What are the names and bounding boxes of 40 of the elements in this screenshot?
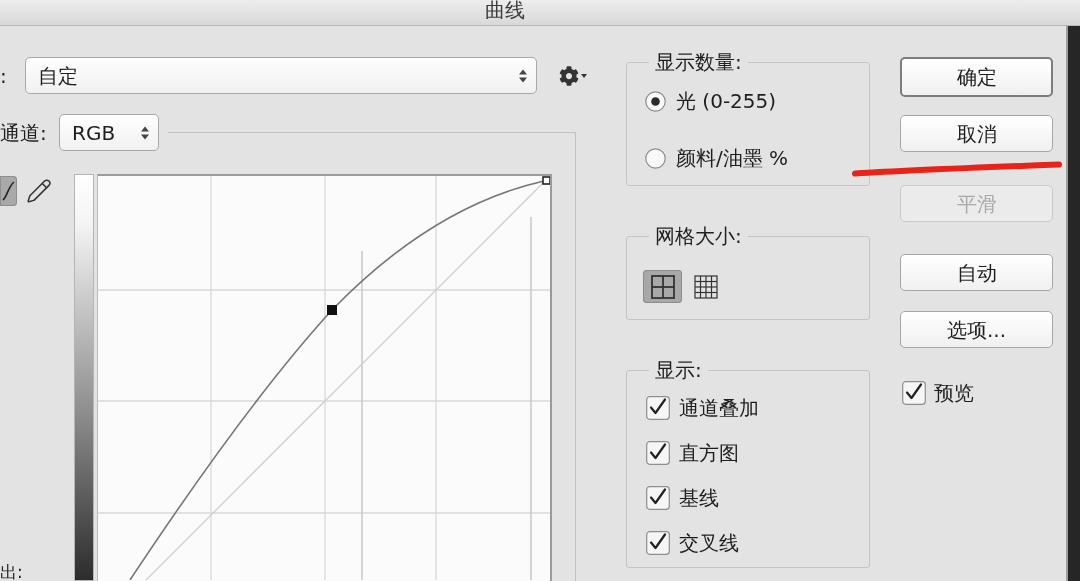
radio-label: 颜料/油墨 % (676, 146, 789, 170)
settings-menu-button[interactable] (559, 65, 587, 86)
pencil-icon (26, 178, 52, 204)
group-title: 显示: (654, 358, 703, 382)
dialog-button[interactable]: 确定 (900, 57, 1053, 97)
checkbox[interactable] (646, 441, 670, 465)
preset-select[interactable]: 自定 (25, 57, 537, 94)
grid-size-button[interactable] (643, 270, 682, 303)
curve-icon (2, 181, 15, 201)
dialog-button[interactable]: 选项... (900, 311, 1053, 348)
checkbox[interactable] (646, 531, 670, 555)
dialog-button[interactable]: 取消 (900, 115, 1053, 152)
fine-grid-icon (693, 274, 718, 299)
endpoint-handle[interactable] (542, 176, 550, 185)
radio-button[interactable] (645, 90, 666, 112)
coarse-grid-icon (650, 274, 675, 299)
radio-button[interactable] (645, 147, 666, 169)
dialog-button[interactable]: 自动 (900, 254, 1053, 291)
checkbox[interactable] (646, 486, 670, 510)
gear-icon (559, 65, 579, 86)
checkbox-label: 通道叠加 (679, 396, 759, 420)
curve-tool-button[interactable] (0, 176, 17, 206)
updown-arrows-icon (519, 68, 527, 83)
window-title: 曲线 (485, 0, 525, 21)
group-title: 显示数量: (654, 50, 743, 74)
pencil-tool-button[interactable] (25, 176, 53, 206)
checkbox-label: 基线 (679, 486, 719, 510)
checkbox-label: 直方图 (679, 441, 739, 465)
group-title: 网格大小: (654, 224, 743, 248)
output-label: 出: (0, 563, 24, 581)
checkbox-label: 预览 (934, 381, 974, 405)
updown-arrows-icon (141, 125, 149, 140)
radio-label: 光 (0-255) (676, 89, 777, 113)
preset-label: : (0, 63, 8, 88)
checkbox-label: 交叉线 (679, 531, 739, 555)
checkbox[interactable] (646, 396, 670, 420)
caret-icon (581, 73, 587, 78)
channel-select[interactable]: RGB (59, 114, 159, 151)
checkbox[interactable] (902, 381, 926, 405)
channel-label: 通道: (0, 120, 48, 145)
